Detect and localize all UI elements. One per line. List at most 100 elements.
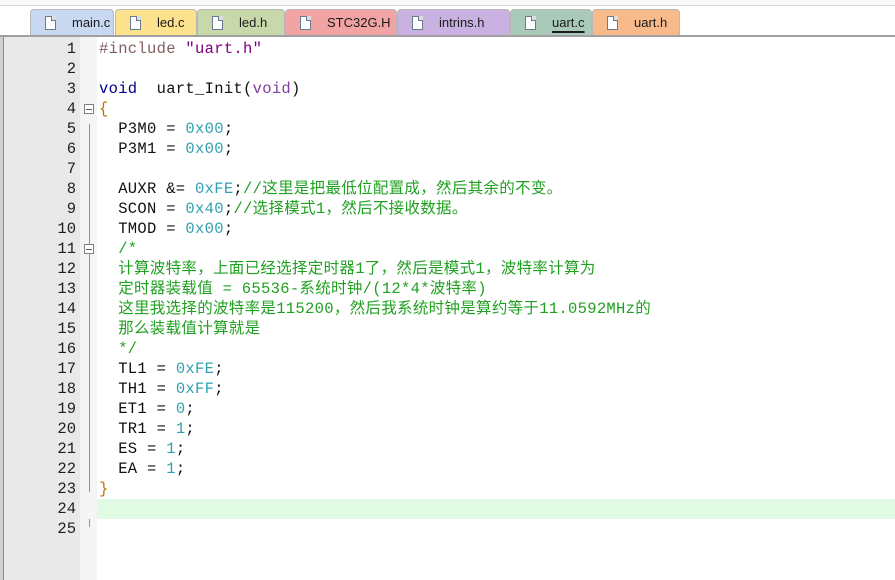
code-token: 0 — [175, 400, 186, 418]
code-token: TH1 = — [99, 380, 176, 398]
code-token: ; — [185, 400, 196, 418]
line-number: 12 — [57, 260, 76, 278]
tab-led-c[interactable]: led.c — [115, 9, 197, 35]
code-token: AUXR &= — [99, 180, 196, 198]
code-text[interactable]: 这里我选择的波特率是115200，然后我系统时钟是算约等于11.0592MHz的 — [99, 299, 651, 319]
line-number: 7 — [66, 160, 76, 178]
code-text[interactable]: ES = 1; — [99, 439, 185, 459]
code-text[interactable]: { — [99, 99, 109, 119]
code-line: 2 — [0, 59, 895, 79]
file-icon — [525, 15, 536, 30]
code-line: 8 AUXR &= 0xFE;//这里是把最低位配置成，然后其余的不变。 — [0, 179, 895, 199]
file-icon — [412, 15, 423, 30]
line-number: 22 — [57, 460, 76, 478]
code-token: ) — [291, 80, 301, 98]
code-token: ; — [175, 460, 186, 478]
code-token: ET1 = — [99, 400, 176, 418]
code-line: 13 定时器装载值 = 65536-系统时钟/(12*4*波特率) — [0, 279, 895, 299]
tab-label: uart.h — [634, 15, 668, 30]
code-line: 22 EA = 1; — [0, 459, 895, 479]
code-token: 0xFE — [195, 180, 234, 198]
line-number: 3 — [66, 80, 76, 98]
code-text[interactable]: EA = 1; — [99, 459, 185, 479]
code-text[interactable]: TR1 = 1; — [99, 419, 195, 439]
code-token: 1 — [166, 460, 176, 478]
code-text[interactable]: TL1 = 0xFE; — [99, 359, 224, 379]
code-text[interactable]: #include "uart.h" — [99, 39, 262, 59]
tab-label: led.c — [157, 15, 185, 30]
code-text[interactable]: void uart_Init(void) — [99, 79, 301, 99]
code-line: 5 P3M0 = 0x00; — [0, 119, 895, 139]
code-token: ; — [223, 220, 234, 238]
code-line: 6 P3M1 = 0x00; — [0, 139, 895, 159]
tab-stc32g-h[interactable]: STC32G.H — [285, 9, 397, 35]
code-token: 0x00 — [185, 120, 224, 138]
tab-main-c[interactable]: main.c — [30, 9, 114, 35]
file-icon — [212, 15, 223, 30]
code-token: ; — [223, 120, 234, 138]
code-text[interactable]: 那么装载值计算就是 — [99, 319, 260, 339]
code-token: 0xFE — [175, 360, 215, 378]
code-token: P3M0 = — [99, 120, 186, 138]
code-line: 12 计算波特率，上面已经选择定时器1了，然后是模式1，波特率计算为 — [0, 259, 895, 279]
code-text[interactable]: AUXR &= 0xFE;//这里是把最低位配置成，然后其余的不变。 — [99, 179, 562, 199]
code-token: uart_Init( — [137, 80, 253, 98]
code-text[interactable]: P3M1 = 0x00; — [99, 139, 233, 159]
code-line: 3 void uart_Init(void) — [0, 79, 895, 99]
code-line: 7 — [0, 159, 895, 179]
code-token: 0x40 — [185, 200, 224, 218]
line-number: 17 — [57, 360, 76, 378]
line-number: 25 — [57, 520, 76, 538]
code-text[interactable]: /* — [99, 239, 137, 259]
code-token: ; — [175, 440, 186, 458]
tab-uart-c[interactable]: uart.c — [510, 9, 592, 35]
line-number: 5 — [66, 120, 76, 138]
line-number: 14 — [57, 300, 76, 318]
code-text[interactable]: P3M0 = 0x00; — [99, 119, 233, 139]
code-token: TMOD = — [99, 220, 186, 238]
tab-intrins-h[interactable]: intrins.h — [397, 9, 510, 35]
code-text[interactable]: 定时器装载值 = 65536-系统时钟/(12*4*波特率) — [99, 279, 487, 299]
code-token: /* — [99, 240, 138, 258]
code-text[interactable]: TMOD = 0x00; — [99, 219, 233, 239]
code-text[interactable]: SCON = 0x40;//选择模式1，然后不接收数据。 — [99, 199, 468, 219]
line-number: 19 — [57, 400, 76, 418]
code-line: 16 */ — [0, 339, 895, 359]
code-token: 1 — [166, 440, 176, 458]
code-editor[interactable]: 1 #include "uart.h" 2 3 void uart_Init(void)… — [0, 37, 895, 580]
tab-label: led.h — [239, 15, 268, 30]
code-line: 11 /* — [0, 239, 895, 259]
tab-led-h[interactable]: led.h — [197, 9, 285, 35]
code-text[interactable]: ET1 = 0; — [99, 399, 195, 419]
code-token: SCON = — [99, 200, 186, 218]
code-token: TL1 = — [99, 360, 176, 378]
code-token: */ — [99, 340, 138, 358]
code-line: 14 这里我选择的波特率是115200，然后我系统时钟是算约等于11.0592M… — [0, 299, 895, 319]
code-token: ; — [185, 420, 196, 438]
line-number: 23 — [57, 480, 76, 498]
code-token: 计算波特率，上面已经选择定时器1了，然后是模式1，波特率计算为 — [99, 260, 596, 278]
code-token: "uart.h" — [185, 40, 263, 58]
code-text[interactable]: } — [99, 479, 109, 499]
code-token: #include — [99, 40, 186, 58]
code-line: 10 TMOD = 0x00; — [0, 219, 895, 239]
code-token: 这里我选择的波特率是115200，然后我系统时钟是算约等于11.0592MHz的 — [99, 300, 652, 318]
code-text[interactable]: 计算波特率，上面已经选择定时器1了，然后是模式1，波特率计算为 — [99, 259, 596, 279]
code-token: ; — [214, 360, 224, 378]
code-text[interactable]: TH1 = 0xFF; — [99, 379, 224, 399]
line-number: 10 — [57, 220, 76, 238]
fold-collapse-icon[interactable] — [84, 244, 94, 254]
code-line: 17 TL1 = 0xFE; — [0, 359, 895, 379]
tab-label: uart.c — [552, 15, 585, 30]
code-text[interactable]: */ — [99, 339, 137, 359]
line-number: 18 — [57, 380, 76, 398]
file-icon — [130, 15, 141, 30]
fold-collapse-icon[interactable] — [84, 104, 94, 114]
code-line: 18 TH1 = 0xFF; — [0, 379, 895, 399]
code-token: void — [99, 80, 138, 98]
code-token: 0xFF — [175, 380, 215, 398]
tab-uart-h[interactable]: uart.h — [592, 9, 680, 35]
toolbar-edge — [0, 0, 895, 6]
code-token: ; — [223, 140, 234, 158]
code-line: 15 那么装载值计算就是 — [0, 319, 895, 339]
